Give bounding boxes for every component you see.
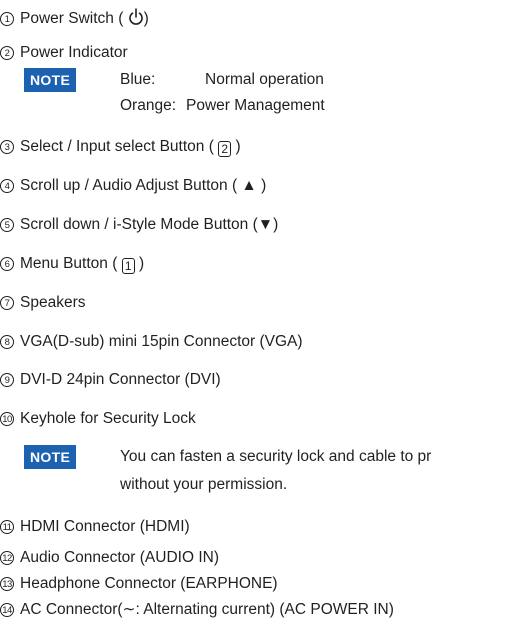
- item-headphone-connector: 13 Headphone Connector (EARPHONE): [0, 574, 278, 594]
- item-text: Select / Input select Button (: [20, 138, 219, 155]
- item-number: 9: [0, 373, 14, 387]
- item-keyhole: 10 Keyhole for Security Lock: [0, 409, 196, 429]
- item-power-switch: 1 Power Switch ( ): [0, 8, 149, 32]
- item-number: 14: [0, 603, 14, 617]
- note-badge: NOTE: [24, 68, 77, 92]
- note-text-line: You can fasten a security lock and cable…: [120, 448, 432, 465]
- item-scroll-down-button: 5 Scroll down / i-Style Mode Button (▼): [0, 215, 278, 235]
- item-number: 12: [0, 551, 14, 565]
- item-number: 2: [0, 46, 14, 60]
- item-select-button: 3 Select / Input select Button ( 2 ): [0, 137, 241, 157]
- power-icon: [128, 8, 144, 32]
- item-menu-button: 6 Menu Button ( 1 ): [0, 254, 144, 274]
- item-number: 5: [0, 218, 14, 232]
- item-number: 13: [0, 577, 14, 591]
- item-number: 3: [0, 140, 14, 154]
- item-text: AC Connector(∼: Alternating current) (AC…: [20, 601, 394, 618]
- button-2-icon: 2: [218, 141, 232, 157]
- item-number: 11: [0, 520, 14, 534]
- note-term: Orange:: [120, 97, 177, 114]
- button-1-icon: 1: [121, 258, 135, 274]
- item-text: Scroll up / Audio Adjust Button ( ▲ ): [20, 177, 267, 194]
- note-badge: NOTE: [24, 445, 77, 469]
- item-number: 7: [0, 296, 14, 310]
- item-text: Audio Connector (AUDIO IN): [20, 549, 219, 566]
- item-text: Scroll down / i-Style Mode Button (▼): [20, 216, 279, 233]
- item-text: Keyhole for Security Lock: [20, 410, 196, 427]
- item-text-end: ): [231, 138, 241, 155]
- item-scroll-up-button: 4 Scroll up / Audio Adjust Button ( ▲ ): [0, 176, 266, 196]
- item-text-end: ): [134, 255, 145, 272]
- item-text: Headphone Connector (EARPHONE): [20, 575, 278, 592]
- item-number: 10: [0, 412, 14, 426]
- item-text-end: ): [143, 10, 149, 27]
- item-number: 1: [0, 12, 14, 26]
- note-text-line: without your permission.: [120, 476, 288, 493]
- item-number: 6: [0, 257, 14, 271]
- item-speakers: 7 Speakers: [0, 293, 85, 313]
- item-text: VGA(D-sub) mini 15pin Connector (VGA): [20, 333, 303, 350]
- item-vga-connector: 8 VGA(D-sub) mini 15pin Connector (VGA): [0, 332, 303, 352]
- item-text: DVI-D 24pin Connector (DVI): [20, 371, 221, 388]
- note-term: Blue:: [120, 71, 156, 88]
- item-number: 4: [0, 179, 14, 193]
- note-desc: Power Management: [186, 97, 325, 114]
- item-ac-connector: 14 AC Connector(∼: Alternating current) (…: [0, 600, 394, 620]
- item-number: 8: [0, 335, 14, 349]
- item-text: Menu Button (: [20, 255, 122, 272]
- item-dvi-connector: 9 DVI-D 24pin Connector (DVI): [0, 370, 221, 390]
- item-text: Speakers: [20, 294, 86, 311]
- item-hdmi-connector: 11 HDMI Connector (HDMI): [0, 517, 190, 537]
- item-power-indicator: 2 Power Indicator: [0, 43, 128, 63]
- note-desc: Normal operation: [205, 71, 324, 88]
- item-text: Power Indicator: [20, 44, 128, 61]
- item-audio-connector: 12 Audio Connector (AUDIO IN): [0, 548, 219, 568]
- item-text: Power Switch (: [20, 10, 128, 27]
- item-text: HDMI Connector (HDMI): [20, 518, 190, 535]
